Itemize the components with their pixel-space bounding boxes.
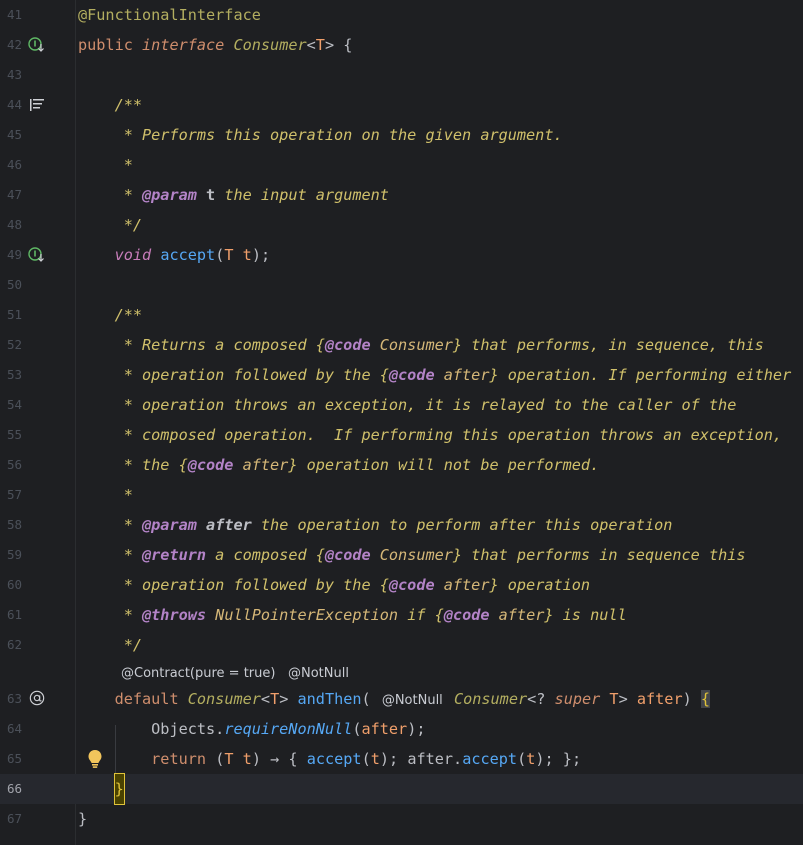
line-code: * operation followed by the {@code after… xyxy=(78,366,792,384)
line-number: 42 xyxy=(6,37,22,52)
code-line[interactable]: 57 * xyxy=(0,480,803,510)
code-line[interactable]: 46 * xyxy=(0,150,803,180)
param-notnull-hint[interactable]: @NotNull xyxy=(380,693,445,708)
line-number: 52 xyxy=(6,337,22,352)
line-code: } xyxy=(78,773,125,805)
code-line[interactable]: 59 * @return a composed {@code Consumer}… xyxy=(0,540,803,570)
at-icon[interactable] xyxy=(28,690,46,706)
line-number: 61 xyxy=(6,607,22,622)
code-line[interactable]: 54 * operation throws an exception, it i… xyxy=(0,390,803,420)
line-code: * @param t the input argument xyxy=(78,186,389,204)
code-line[interactable]: 67 } xyxy=(0,804,803,834)
line-code: default Consumer<T> andThen( @NotNull Co… xyxy=(114,690,711,708)
inferred-annotations-hint[interactable]: @Contract(pure = true) @NotNull xyxy=(0,662,803,686)
line-number: 48 xyxy=(6,217,22,232)
line-code: * @return a composed {@code Consumer} th… xyxy=(78,546,746,564)
line-code: * xyxy=(78,486,133,504)
text-caret: } xyxy=(113,773,125,805)
code-line[interactable]: 43 xyxy=(0,60,803,90)
code-line[interactable]: 52 * Returns a composed {@code Consumer}… xyxy=(0,330,803,360)
line-number: 56 xyxy=(6,457,22,472)
line-number: 60 xyxy=(6,577,22,592)
line-number: 58 xyxy=(6,517,22,532)
implemented-icon[interactable] xyxy=(28,247,46,263)
code-line[interactable]: 58 * @param after the operation to perfo… xyxy=(0,510,803,540)
code-line[interactable]: 65 return (T t) → { accept(t); after.acc… xyxy=(0,744,803,774)
line-code: */ xyxy=(78,216,143,234)
line-code: * composed operation. If performing this… xyxy=(78,426,783,444)
code-line[interactable]: 49 void accept(T t); xyxy=(0,240,803,270)
line-number: 43 xyxy=(6,67,22,82)
code-line[interactable]: 42 public interface Consumer<T> { xyxy=(0,30,803,60)
line-code: * Returns a composed {@code Consumer} th… xyxy=(78,336,764,354)
line-number: 41 xyxy=(6,7,22,22)
implemented-icon[interactable] xyxy=(28,37,46,53)
code-line[interactable]: 60 * operation followed by the {@code af… xyxy=(0,570,803,600)
current-line[interactable]: 66 } xyxy=(0,773,803,805)
code-line[interactable]: 53 * operation followed by the {@code af… xyxy=(0,360,803,390)
line-number: 49 xyxy=(6,247,22,262)
line-code: * the {@code after} operation will not b… xyxy=(78,456,600,474)
line-number: 50 xyxy=(6,277,22,292)
line-code: /** xyxy=(114,96,143,114)
code-line[interactable]: 41 @FunctionalInterface xyxy=(0,0,803,30)
line-code: */ xyxy=(78,636,143,654)
code-line[interactable]: 44 /** xyxy=(0,90,803,120)
line-code: * @throws NullPointerException if {@code… xyxy=(78,606,627,624)
line-code: * @param after the operation to perform … xyxy=(78,516,673,534)
notnull-hint[interactable]: @NotNull xyxy=(284,664,353,684)
line-number: 59 xyxy=(6,547,22,562)
line-number: 65 xyxy=(6,751,22,766)
contract-hint[interactable]: @Contract(pure = true) xyxy=(117,664,279,684)
line-code: /** xyxy=(114,306,143,324)
line-number: 55 xyxy=(6,427,22,442)
line-number: 66 xyxy=(6,781,22,796)
code-line[interactable]: 64 Objects.requireNonNull(after); xyxy=(0,714,803,744)
line-code: return (T t) → { accept(t); after.accept… xyxy=(151,750,582,768)
code-line[interactable]: 51 /** xyxy=(0,300,803,330)
line-code: * Performs this operation on the given a… xyxy=(78,126,563,144)
line-code: public interface Consumer<T> { xyxy=(78,36,353,54)
line-code: * operation followed by the {@code after… xyxy=(78,576,591,594)
code-line[interactable]: 47 * @param t the input argument xyxy=(0,180,803,210)
line-number: 51 xyxy=(6,307,22,322)
code-line[interactable]: 55 * composed operation. If performing t… xyxy=(0,420,803,450)
code-line[interactable]: 62 */ xyxy=(0,630,803,660)
line-number: 54 xyxy=(6,397,22,412)
line-number: 62 xyxy=(6,637,22,652)
code-editor[interactable]: 41 @FunctionalInterface 42 public interf… xyxy=(0,0,803,845)
line-number: 64 xyxy=(6,721,22,736)
line-number: 44 xyxy=(6,97,22,112)
code-line[interactable]: 56 * the {@code after} operation will no… xyxy=(0,450,803,480)
line-code: Objects.requireNonNull(after); xyxy=(151,720,426,738)
line-number: 57 xyxy=(6,487,22,502)
rendered-doc-icon[interactable] xyxy=(28,97,46,113)
line-number: 53 xyxy=(6,367,22,382)
line-code: } xyxy=(78,810,88,828)
code-line[interactable]: 63 default Consumer<T> andThen( @NotNull… xyxy=(0,684,803,714)
code-line[interactable]: 61 * @throws NullPointerException if {@c… xyxy=(0,600,803,630)
line-code: void accept(T t); xyxy=(114,246,271,264)
line-number: 46 xyxy=(6,157,22,172)
line-code: * operation throws an exception, it is r… xyxy=(78,396,737,414)
line-code: * xyxy=(78,156,133,174)
code-line[interactable]: 50 xyxy=(0,270,803,300)
code-line[interactable]: 48 */ xyxy=(0,210,803,240)
line-number: 63 xyxy=(6,691,22,706)
line-number: 47 xyxy=(6,187,22,202)
code-line[interactable]: 45 * Performs this operation on the give… xyxy=(0,120,803,150)
line-number: 67 xyxy=(6,811,22,826)
line-number: 45 xyxy=(6,127,22,142)
line-code: @FunctionalInterface xyxy=(78,6,261,24)
